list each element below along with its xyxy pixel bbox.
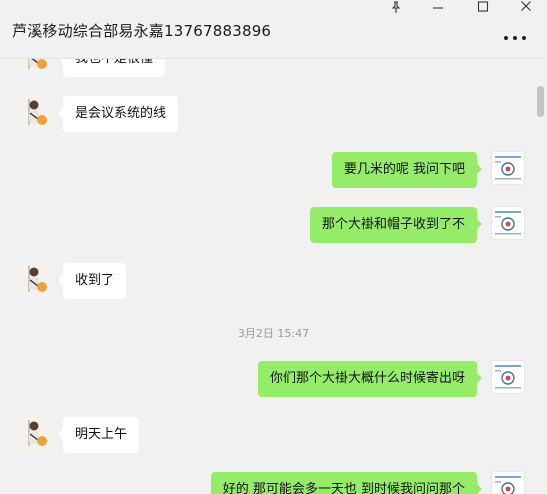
pin-icon[interactable]	[382, 0, 410, 14]
chat-title: 芦溪移动综合部易永嘉13767883896	[12, 22, 272, 40]
more-horizontal-icon[interactable]	[504, 30, 526, 46]
dot	[513, 36, 517, 40]
message-bubble-outgoing[interactable]: 好的 那可能会多一天也 到时候我问问那个	[210, 472, 483, 494]
message-list[interactable]: 我也不是很懂 是会议系统的线 要几米的呢 我问下吧 那个大褂和帽子收到了不	[0, 59, 547, 494]
contact-avatar[interactable]	[15, 416, 49, 450]
my-avatar[interactable]	[491, 360, 525, 394]
message-bubble-incoming[interactable]: 是会议系统的线	[57, 96, 179, 132]
dot	[504, 36, 508, 40]
message-bubble-incoming[interactable]: 收到了	[57, 263, 127, 299]
message-bubble-incoming[interactable]: 明天上午	[57, 417, 140, 453]
contact-avatar[interactable]	[15, 95, 49, 129]
scrollbar-thumb[interactable]	[537, 86, 544, 117]
minimize-icon[interactable]	[424, 0, 452, 14]
title-bar: 芦溪移动综合部易永嘉13767883896	[0, 0, 547, 58]
my-avatar[interactable]	[491, 206, 525, 240]
maximize-icon[interactable]	[469, 0, 497, 14]
close-icon[interactable]	[512, 0, 540, 14]
contact-avatar[interactable]	[15, 59, 49, 73]
message-timestamp: 3月2日 15:47	[237, 327, 310, 340]
my-avatar[interactable]	[491, 151, 525, 185]
my-avatar[interactable]	[491, 471, 525, 494]
contact-avatar[interactable]	[15, 262, 49, 296]
message-bubble-outgoing[interactable]: 要几米的呢 我问下吧	[331, 152, 483, 188]
message-bubble-incoming[interactable]: 我也不是很懂	[57, 59, 166, 77]
message-bubble-outgoing[interactable]: 那个大褂和帽子收到了不	[309, 207, 483, 243]
dot	[522, 36, 526, 40]
message-bubble-outgoing[interactable]: 你们那个大褂大概什么时候寄出呀	[257, 361, 483, 397]
